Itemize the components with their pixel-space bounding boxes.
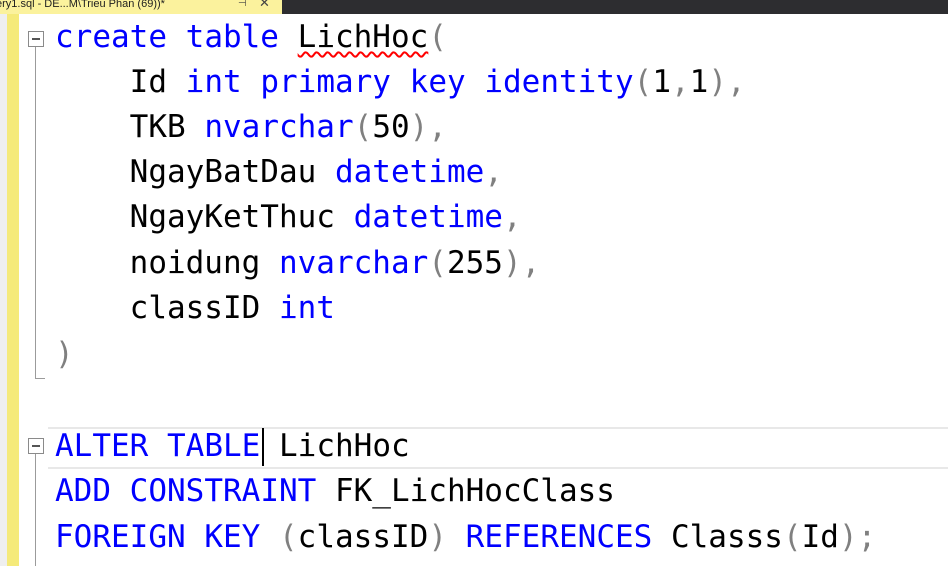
punctuation: ,: [670, 64, 690, 100]
number: 1: [689, 64, 709, 100]
column-name: Id: [129, 64, 167, 100]
keyword: primary: [260, 64, 391, 100]
code-line[interactable]: Id int primary key identity(1,1),: [55, 62, 746, 102]
collapse-icon[interactable]: [28, 31, 44, 47]
keyword: int: [185, 64, 242, 100]
punctuation: ): [55, 336, 74, 372]
punctuation: (: [279, 519, 298, 555]
punctuation: ,: [484, 154, 503, 190]
editor-margin: [0, 14, 7, 566]
punctuation: (: [353, 109, 373, 145]
outline-guide: [35, 47, 36, 378]
punctuation: ),: [409, 109, 447, 145]
code-line[interactable]: TKB nvarchar(50),: [55, 107, 447, 147]
keyword: nvarchar: [204, 109, 354, 145]
code-line[interactable]: NgayKetThuc datetime,: [55, 197, 522, 237]
referenced-table: Classs: [670, 519, 783, 555]
outline-end: [35, 378, 45, 379]
document-tab[interactable]: ery1.sql - DE...M\Trieu Phan (69))* ⊣ ✕: [0, 0, 282, 14]
punctuation: (: [428, 245, 447, 281]
punctuation: ,: [502, 199, 522, 235]
keyword: datetime: [334, 154, 485, 190]
keyword: key: [409, 64, 466, 100]
table-name: LichHoc: [297, 19, 429, 55]
keyword: ALTER: [55, 428, 149, 464]
column-name: classID: [129, 290, 261, 326]
number: 50: [372, 109, 410, 145]
code-line[interactable]: ALTER TABLE LichHoc: [55, 426, 410, 466]
tab-title[interactable]: ery1.sql - DE...M\Trieu Phan (69))*: [0, 0, 165, 10]
keyword: create: [55, 19, 167, 55]
outlining-gutter: [19, 14, 48, 566]
number: 255: [446, 245, 503, 281]
punctuation: (: [633, 64, 653, 100]
punctuation: (: [428, 19, 447, 55]
constraint-name: FK_LichHocClass: [334, 473, 615, 509]
keyword: TABLE: [167, 428, 261, 464]
referenced-column: Id: [801, 519, 839, 555]
column-name: NgayBatDau: [129, 154, 317, 190]
code-line[interactable]: FOREIGN KEY (classID) REFERENCES Classs(…: [55, 517, 876, 557]
close-icon[interactable]: ✕: [259, 0, 270, 9]
keyword: nvarchar: [278, 245, 429, 281]
code-line[interactable]: create table LichHoc(: [55, 17, 447, 57]
column-name: NgayKetThuc: [129, 199, 335, 235]
keyword: datetime: [353, 199, 503, 235]
outline-guide: [35, 454, 36, 566]
change-tracking-bar: [7, 14, 19, 566]
number: 1: [652, 64, 671, 100]
code-line[interactable]: noidung nvarchar(255),: [55, 243, 541, 283]
pin-icon[interactable]: ⊣: [238, 0, 247, 9]
punctuation: );: [838, 519, 877, 555]
column-name: noidung: [129, 245, 261, 281]
code-line[interactable]: classID int: [55, 288, 335, 328]
punctuation: ),: [502, 245, 541, 281]
keyword: FOREIGN: [55, 519, 186, 555]
column-name: classID: [297, 519, 429, 555]
table-name: LichHoc: [279, 428, 410, 464]
punctuation: (: [782, 519, 802, 555]
punctuation: ),: [708, 64, 746, 100]
keyword: ADD: [55, 473, 111, 509]
keyword: REFERENCES: [465, 519, 653, 555]
code-line[interactable]: ADD CONSTRAINT FK_LichHocClass: [55, 471, 615, 511]
code-line[interactable]: ): [55, 334, 74, 374]
collapse-icon[interactable]: [28, 438, 44, 454]
keyword: identity: [484, 64, 634, 100]
punctuation: ): [428, 519, 447, 555]
code-line[interactable]: NgayBatDau datetime,: [55, 152, 503, 192]
keyword: table: [185, 19, 279, 55]
keyword: CONSTRAINT: [129, 473, 317, 509]
keyword: int: [278, 290, 335, 326]
column-name: TKB: [129, 109, 186, 145]
keyword: KEY: [204, 519, 261, 555]
text-caret: [262, 428, 264, 466]
